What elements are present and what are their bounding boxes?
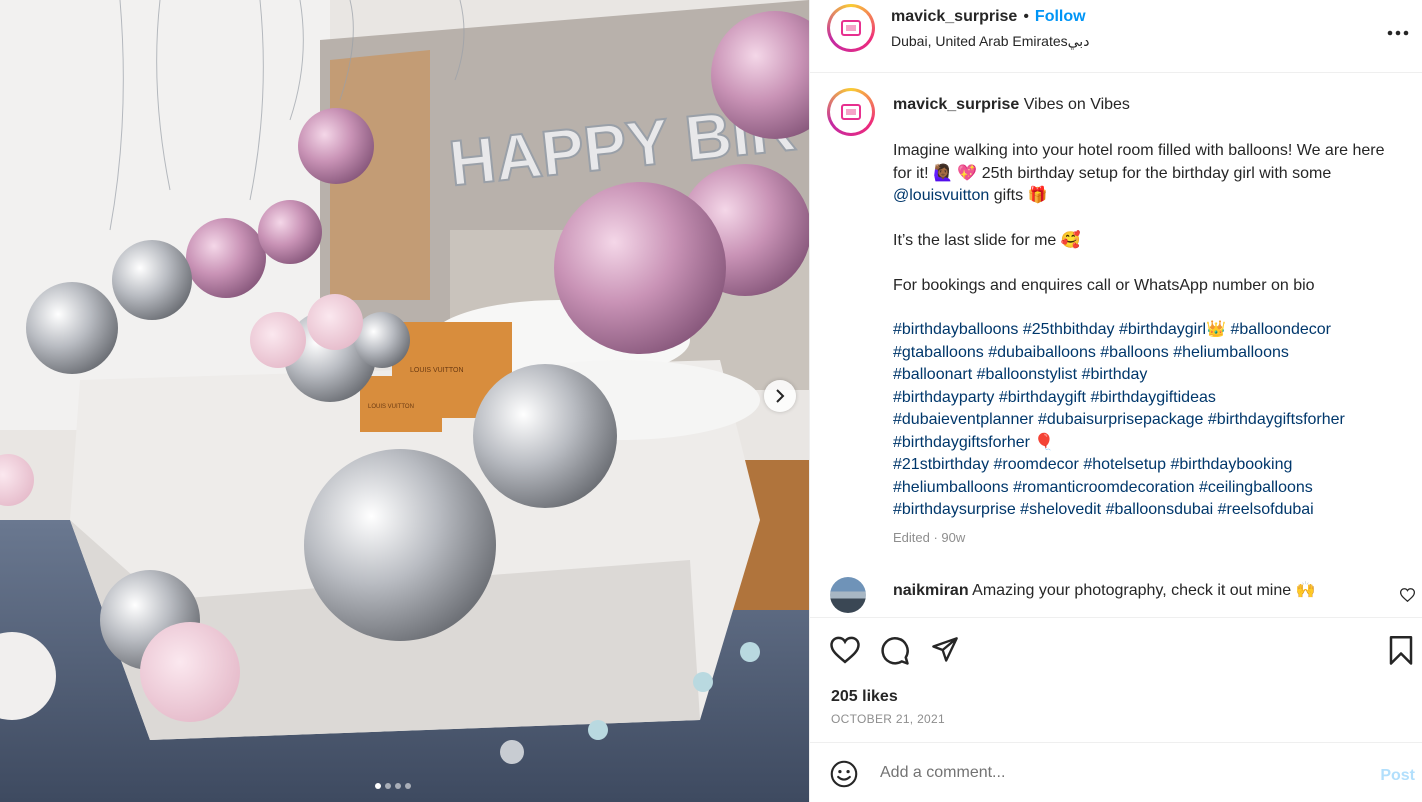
heart-icon (1399, 588, 1416, 603)
commenter-avatar[interactable] (830, 577, 866, 613)
save-button[interactable] (1388, 636, 1414, 671)
commenter-username[interactable]: naikmiran (893, 582, 969, 599)
heart-icon (830, 636, 860, 664)
post-comment-button[interactable]: Post (1380, 767, 1415, 785)
comment-input[interactable] (880, 761, 1340, 785)
more-options-icon[interactable] (1387, 16, 1409, 42)
emoji-icon (830, 760, 858, 788)
carousel-dot (395, 783, 401, 789)
hashtag-line[interactable]: #heliumballoons #romanticroomdecoration … (893, 477, 1408, 500)
carousel-dot (375, 783, 381, 789)
location-link[interactable]: Dubai, United Arab Emiratesدبي (891, 33, 1089, 50)
hashtag-line[interactable]: #dubaieventplanner #dubaisurprisepackage… (893, 409, 1408, 432)
caption-username[interactable]: mavick_surprise (893, 96, 1019, 113)
carousel-indicator (375, 783, 411, 789)
comment: naikmiran Amazing your photography, chec… (893, 580, 1316, 600)
carousel-dot (385, 783, 391, 789)
hashtag-line[interactable]: #birthdaygiftsforher 🎈 (893, 432, 1408, 455)
caption-avatar[interactable] (827, 88, 875, 136)
comment-icon (881, 637, 909, 665)
hashtag-line[interactable]: #birthdayballoons #25thbithday #birthday… (893, 319, 1408, 342)
edited-timestamp: Edited · 90w (893, 530, 966, 545)
hashtag-line[interactable]: #birthdayparty #birthdaygift #birthdaygi… (893, 387, 1408, 410)
post-header: mavick_surprise • Follow Dubai, United Ara… (810, 0, 1422, 73)
more-icon (1387, 30, 1409, 36)
caption-title: Vibes on Vibes (1023, 96, 1130, 113)
post-details-panel: mavick_surprise • Follow Dubai, United Ara… (809, 0, 1422, 802)
follow-button[interactable]: Follow (1035, 8, 1086, 25)
carousel-next-button[interactable] (764, 380, 796, 412)
username-link[interactable]: mavick_surprise (891, 8, 1017, 25)
hashtag-line[interactable]: #birthdaysurprise #shelovedit #balloonsd… (893, 499, 1408, 522)
hashtag-line[interactable]: #gtaballoons #dubaiballoons #balloons #h… (893, 342, 1408, 365)
share-button[interactable] (930, 636, 960, 669)
chevron-right-icon (776, 389, 785, 403)
brand-logo-icon (841, 20, 861, 36)
carousel-dot (405, 783, 411, 789)
comment-like-button[interactable] (1399, 588, 1416, 607)
hashtag-line[interactable]: #21stbirthday #roomdecor #hotelsetup #bi… (893, 454, 1408, 477)
bag-label-1: LOUIS VUITTON (410, 367, 464, 374)
brand-logo-icon (841, 104, 861, 120)
bag-label-2: LOUIS VUITTON (368, 404, 414, 410)
like-button[interactable] (830, 636, 860, 669)
mention-link[interactable]: @louisvuitton (893, 187, 989, 204)
add-comment-bar: Post (810, 742, 1422, 802)
caption-header: mavick_surprise Vibes on Vibes (893, 96, 1130, 114)
header-user-line: mavick_surprise • Follow (891, 8, 1086, 26)
post-photo: LOUIS VUITTON LOUIS VUITTON HAPPY BIRTHD… (0, 0, 809, 802)
share-icon (932, 637, 958, 662)
likes-count[interactable]: 205 likes (831, 688, 898, 706)
post-media[interactable]: LOUIS VUITTON LOUIS VUITTON HAPPY BIRTHD… (0, 0, 809, 802)
comment-body: Amazing your photography, check it out m… (972, 582, 1316, 599)
separator: • (1023, 8, 1029, 25)
action-bar: 205 likes OCTOBER 21, 2021 (810, 617, 1422, 742)
comment-button[interactable] (880, 636, 910, 671)
bookmark-icon (1389, 636, 1413, 665)
hashtag-line[interactable]: #balloonart #balloonstylist #birthday (893, 364, 1408, 387)
avatar[interactable] (827, 4, 875, 52)
hashtag-list: #birthdayballoons #25thbithday #birthday… (893, 319, 1408, 522)
emoji-button[interactable] (830, 760, 858, 793)
caption-body: Imagine walking into your hotel room fil… (893, 140, 1403, 298)
post-date: OCTOBER 21, 2021 (831, 712, 945, 726)
caption-text-1: Imagine walking into your hotel room fil… (893, 142, 1385, 182)
